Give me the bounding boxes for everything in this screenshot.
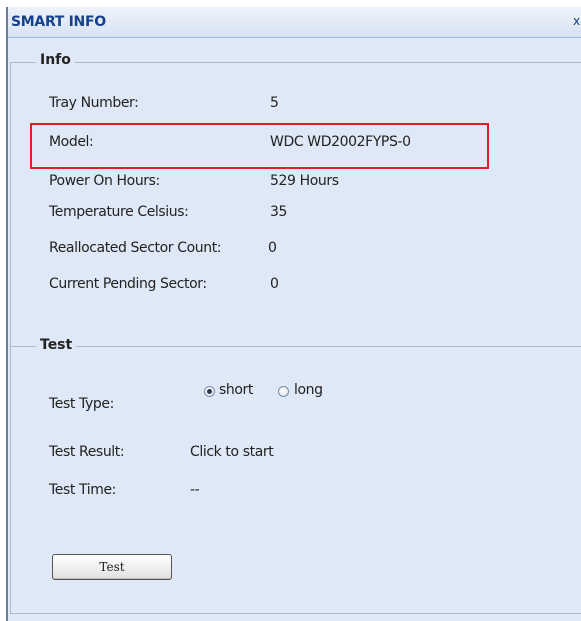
pending-sector-value: 0: [270, 276, 279, 292]
test-legend: Test: [36, 337, 77, 353]
close-icon[interactable]: x: [573, 14, 581, 30]
temperature-label: Temperature Celsius:: [49, 204, 189, 220]
long-radio[interactable]: [278, 386, 289, 397]
test-time-label: Test Time:: [49, 482, 116, 498]
window-title: SMART INFO: [11, 14, 106, 30]
tray-number-label: Tray Number:: [49, 95, 139, 111]
reallocated-sector-label: Reallocated Sector Count:: [49, 240, 222, 256]
model-highlight-box: [30, 123, 489, 169]
short-radio[interactable]: [204, 386, 215, 397]
model-label: Model:: [49, 134, 94, 150]
test-time-value: --: [190, 482, 200, 498]
test-type-label: Test Type:: [49, 396, 114, 412]
short-radio-label[interactable]: short: [219, 382, 253, 398]
power-on-hours-value: 529 Hours: [270, 173, 339, 189]
tray-number-value: 5: [270, 95, 279, 111]
pending-sector-label: Current Pending Sector:: [49, 276, 207, 292]
test-button[interactable]: Test: [52, 554, 172, 580]
long-radio-label[interactable]: long: [294, 382, 323, 398]
reallocated-sector-value: 0: [268, 240, 277, 256]
power-on-hours-label: Power On Hours:: [49, 173, 160, 189]
temperature-value: 35: [270, 204, 288, 220]
info-legend: Info: [36, 52, 75, 68]
test-result-value: Click to start: [190, 444, 274, 460]
window-titlebar: SMART INFO x: [8, 7, 581, 38]
test-result-label: Test Result:: [49, 444, 125, 460]
model-value: WDC WD2002FYPS-0: [270, 134, 411, 150]
